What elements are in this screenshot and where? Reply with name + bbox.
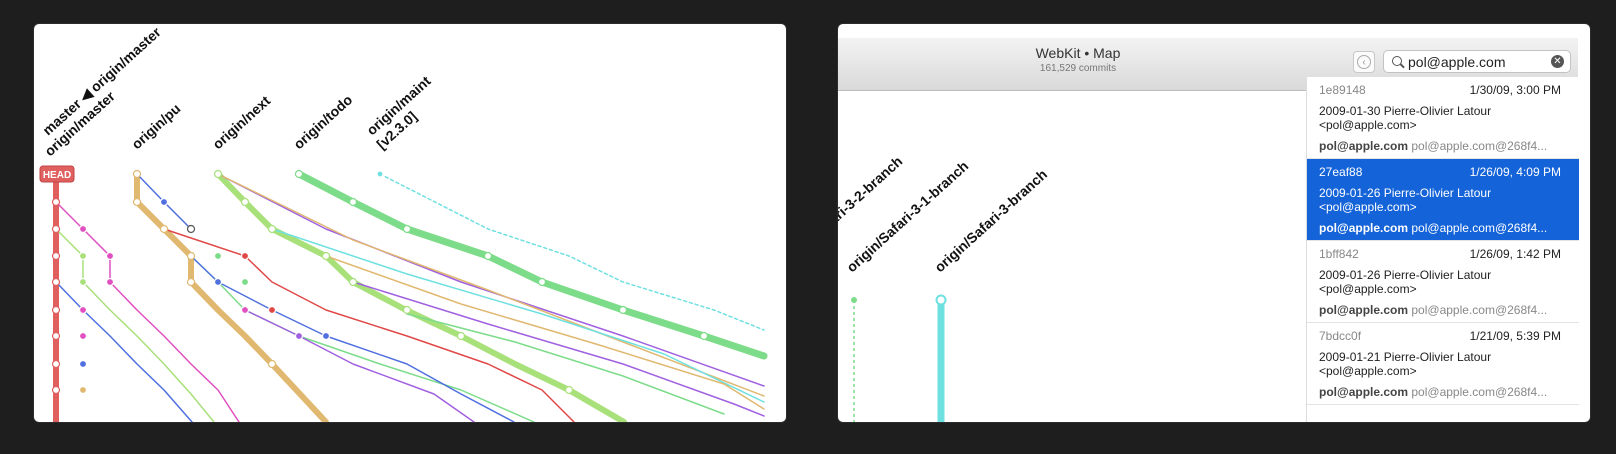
commit-node[interactable] bbox=[935, 294, 947, 306]
edge-purple-3 bbox=[352, 281, 765, 417]
head-badge: HEAD bbox=[39, 165, 75, 183]
graph-panel-left[interactable]: HEAD master ◀ origin/master origin/maste… bbox=[34, 24, 786, 422]
commit-node[interactable] bbox=[213, 251, 223, 261]
commit-count: 161,529 commits bbox=[1039, 63, 1117, 74]
commit-sha: 1bff842 bbox=[1319, 247, 1359, 261]
commit-node[interactable] bbox=[240, 251, 250, 261]
commit-node[interactable] bbox=[51, 197, 61, 207]
commit-node[interactable] bbox=[348, 197, 358, 207]
search-result-item-selected[interactable]: 27eaf88 1/26/09, 4:09 PM 2009-01-26 Pier… bbox=[1307, 159, 1579, 241]
commit-author-email: pol@apple.com pol@apple.com@268f4... bbox=[1319, 139, 1548, 153]
commit-node[interactable] bbox=[213, 277, 223, 287]
commit-message: 2009-01-26 Pierre-Olivier Latour <pol@ap… bbox=[1319, 268, 1492, 296]
commit-node[interactable] bbox=[159, 197, 169, 207]
commit-message: 2009-01-21 Pierre-Olivier Latour <pol@ap… bbox=[1319, 350, 1492, 378]
commit-node[interactable] bbox=[851, 297, 857, 303]
commit-node[interactable] bbox=[564, 385, 574, 395]
commit-node[interactable] bbox=[240, 305, 250, 315]
commit-node[interactable] bbox=[537, 277, 547, 287]
commit-node[interactable] bbox=[348, 277, 358, 287]
branch-label-next[interactable]: origin/next bbox=[209, 92, 273, 152]
commit-node[interactable] bbox=[294, 331, 304, 341]
branch-line-pu bbox=[134, 171, 329, 422]
map-window[interactable]: WebKit • Map 161,529 commits ‹ ✕ ari-3-2… bbox=[838, 24, 1590, 422]
commit-node[interactable] bbox=[78, 277, 88, 287]
commit-node[interactable] bbox=[240, 197, 250, 207]
branch-label-pu[interactable]: origin/pu bbox=[128, 100, 183, 152]
commit-node[interactable] bbox=[186, 251, 196, 261]
commit-node[interactable] bbox=[78, 305, 88, 315]
back-button[interactable]: ‹ bbox=[1353, 51, 1375, 73]
commit-message: 2009-01-26 Pierre-Olivier Latour <pol@ap… bbox=[1319, 186, 1492, 214]
branch-map[interactable]: ari-3-2-branch origin/Safari-3-1-branch … bbox=[838, 77, 1306, 422]
branch-label-master[interactable]: master ◀ origin/master bbox=[39, 24, 164, 138]
commit-node[interactable] bbox=[267, 305, 277, 315]
commit-node[interactable] bbox=[78, 359, 88, 369]
commit-node[interactable] bbox=[51, 385, 61, 395]
commit-node[interactable] bbox=[321, 251, 331, 261]
commit-node[interactable] bbox=[186, 224, 196, 234]
commit-node[interactable] bbox=[132, 169, 142, 179]
search-icon bbox=[1392, 56, 1402, 66]
commit-node[interactable] bbox=[51, 251, 61, 261]
commit-node[interactable] bbox=[402, 305, 412, 315]
commit-author-email: pol@apple.com pol@apple.com@268f4... bbox=[1319, 385, 1548, 399]
commit-message: 2009-01-30 Pierre-Olivier Latour <pol@ap… bbox=[1319, 104, 1492, 132]
search-result-item[interactable]: 1e89148 1/30/09, 3:00 PM 2009-01-30 Pier… bbox=[1307, 77, 1579, 159]
commit-node[interactable] bbox=[699, 331, 709, 341]
search-input[interactable] bbox=[1408, 53, 1538, 70]
commit-node[interactable] bbox=[213, 169, 223, 179]
edge-blue bbox=[55, 281, 193, 422]
search-field[interactable]: ✕ bbox=[1383, 50, 1571, 73]
commit-date: 1/30/09, 3:00 PM bbox=[1469, 83, 1561, 97]
commit-graph[interactable]: HEAD master ◀ origin/master origin/maste… bbox=[34, 24, 786, 422]
branch-line-todo bbox=[295, 170, 768, 360]
commit-sha: 7bdcc0f bbox=[1319, 329, 1362, 343]
commit-node[interactable] bbox=[105, 251, 115, 261]
commit-node[interactable] bbox=[51, 359, 61, 369]
branch-line-next bbox=[215, 171, 627, 422]
commit-node[interactable] bbox=[132, 197, 142, 207]
commit-node[interactable] bbox=[376, 170, 384, 178]
head-badge-label: HEAD bbox=[43, 170, 71, 181]
back-arrow-icon: ‹ bbox=[1357, 55, 1371, 69]
commit-node[interactable] bbox=[267, 224, 277, 234]
search-results-list[interactable]: 1e89148 1/30/09, 3:00 PM 2009-01-30 Pier… bbox=[1306, 77, 1579, 422]
commit-node[interactable] bbox=[483, 251, 493, 261]
commit-node[interactable] bbox=[105, 277, 115, 287]
clear-search-icon[interactable]: ✕ bbox=[1551, 55, 1564, 68]
commit-author-email: pol@apple.com pol@apple.com@268f4... bbox=[1319, 221, 1548, 235]
window-title: WebKit • Map bbox=[1035, 45, 1121, 61]
commit-date: 1/21/09, 5:39 PM bbox=[1469, 329, 1561, 343]
commit-node[interactable] bbox=[78, 251, 88, 261]
commit-node[interactable] bbox=[159, 224, 169, 234]
commit-node[interactable] bbox=[51, 277, 61, 287]
commit-date: 1/26/09, 4:09 PM bbox=[1469, 165, 1561, 179]
commit-node[interactable] bbox=[51, 331, 61, 341]
commit-node[interactable] bbox=[618, 305, 628, 315]
commit-node[interactable] bbox=[78, 385, 88, 395]
commit-sha: 27eaf88 bbox=[1319, 165, 1363, 179]
commit-node[interactable] bbox=[78, 331, 88, 341]
branch-line-maint bbox=[379, 173, 765, 331]
branch-label-todo[interactable]: origin/todo bbox=[290, 91, 355, 152]
commit-node[interactable] bbox=[456, 331, 466, 341]
commit-node[interactable] bbox=[240, 277, 250, 287]
commit-author-email: pol@apple.com pol@apple.com@268f4... bbox=[1319, 303, 1548, 317]
commit-node[interactable] bbox=[78, 224, 88, 234]
commit-node[interactable] bbox=[51, 224, 61, 234]
commit-node[interactable] bbox=[321, 331, 331, 341]
commit-node[interactable] bbox=[186, 277, 196, 287]
commit-node[interactable] bbox=[294, 169, 304, 179]
commit-date: 1/26/09, 1:42 PM bbox=[1469, 247, 1561, 261]
commit-node[interactable] bbox=[51, 305, 61, 315]
edge-cyan bbox=[271, 228, 765, 403]
commit-sha: 1e89148 bbox=[1319, 83, 1366, 97]
commit-node[interactable] bbox=[267, 359, 277, 369]
edge-red bbox=[163, 228, 575, 422]
commit-node[interactable] bbox=[402, 224, 412, 234]
search-result-item[interactable]: 7bdcc0f 1/21/09, 5:39 PM 2009-01-21 Pier… bbox=[1307, 323, 1579, 405]
search-result-item[interactable]: 1bff842 1/26/09, 1:42 PM 2009-01-26 Pier… bbox=[1307, 241, 1579, 323]
